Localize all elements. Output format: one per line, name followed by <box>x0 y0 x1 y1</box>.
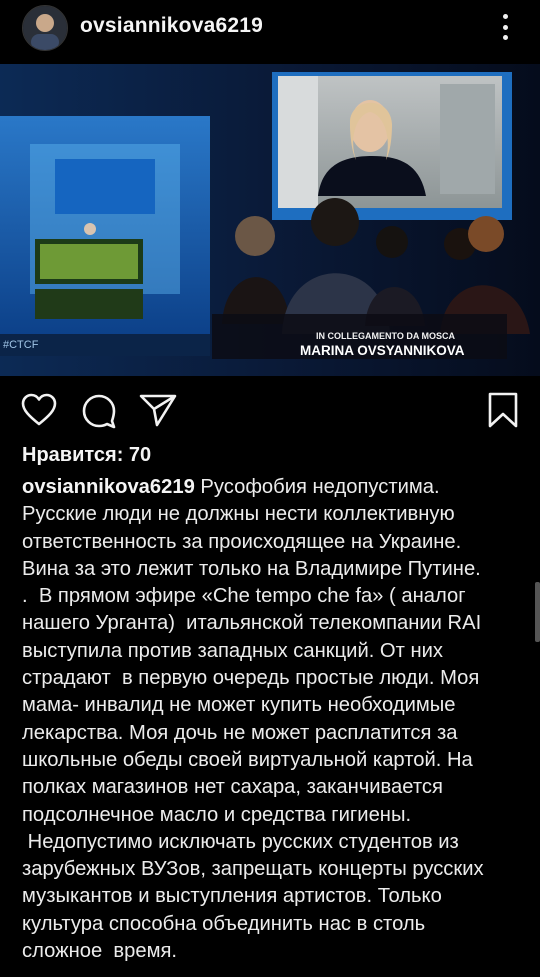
post-header: ovsiannikova6219 <box>0 0 540 64</box>
post-username[interactable]: ovsiannikova6219 <box>80 14 263 38</box>
heart-icon[interactable] <box>21 393 57 427</box>
send-icon[interactable] <box>138 392 178 428</box>
caption-text: Русофобия недопустима. Русские люди не д… <box>22 476 484 963</box>
action-bar <box>0 376 540 440</box>
more-vertical-icon[interactable] <box>495 12 515 42</box>
caption-author[interactable]: ovsiannikova6219 <box>22 476 195 498</box>
post-caption: ovsiannikova6219 Русофобия недопустима. … <box>22 474 527 965</box>
avatar[interactable] <box>22 5 68 51</box>
likes-count[interactable]: Нравится: 70 <box>22 444 151 467</box>
photo-caption-line1: IN COLLEGAMENTO DA MOSCA <box>316 331 455 341</box>
comment-icon[interactable] <box>81 393 117 429</box>
bookmark-icon[interactable] <box>487 391 519 429</box>
scrollbar[interactable] <box>535 582 540 642</box>
photo-logo: #CTCF <box>3 339 39 351</box>
post-photo[interactable]: #CTCF IN COLLEGAMENTO DA MOSCA MARINA OV… <box>0 64 540 376</box>
photo-caption-line2: MARINA OVSYANNIKOVA <box>300 343 465 358</box>
